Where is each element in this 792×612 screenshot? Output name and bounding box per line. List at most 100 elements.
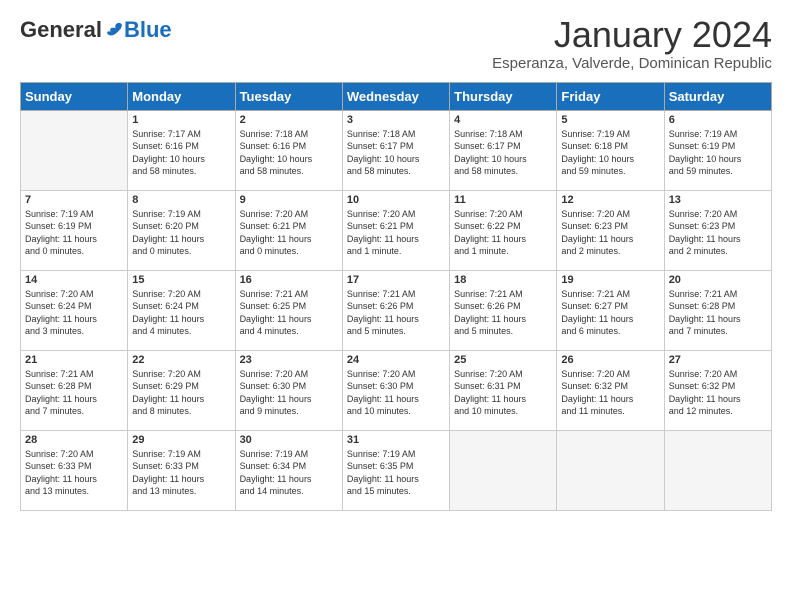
calendar-cell: 1Sunrise: 7:17 AM Sunset: 6:16 PM Daylig… bbox=[128, 110, 235, 190]
calendar-cell: 17Sunrise: 7:21 AM Sunset: 6:26 PM Dayli… bbox=[342, 270, 449, 350]
week-row-2: 14 Sunrise: 7:20 AM Sunset: 6:24 PM Dayli… bbox=[21, 270, 772, 350]
calendar-cell: 7Sunrise: 7:19 AM Sunset: 6:19 PM Daylig… bbox=[21, 190, 128, 270]
calendar-cell: 10 Sunrise: 7:20 AM Sunset: 6:21 PM Dayli… bbox=[342, 190, 449, 270]
calendar-cell: 19 Sunrise: 7:21 AM Sunset: 6:27 PM Dayli… bbox=[557, 270, 664, 350]
calendar-cell: 12 Sunrise: 7:20 AM Sunset: 6:23 PM Dayli… bbox=[557, 190, 664, 270]
day-number: 7 bbox=[25, 194, 123, 206]
day-info: Sunrise: 7:21 AM Sunset: 6:28 PM Dayligh… bbox=[669, 288, 767, 338]
day-number: 11 bbox=[454, 194, 552, 206]
calendar-cell: 11 Sunrise: 7:20 AM Sunset: 6:22 PM Dayli… bbox=[450, 190, 557, 270]
day-info: Sunrise: 7:20 AM Sunset: 6:32 PM Dayligh… bbox=[669, 368, 767, 418]
day-number: 10 bbox=[347, 194, 445, 206]
day-number: 18 bbox=[454, 274, 552, 286]
day-info: Sunrise: 7:18 AM Sunset: 6:17 PM Dayligh… bbox=[454, 128, 552, 178]
day-info: Sunrise: 7:20 AM Sunset: 6:24 PM Dayligh… bbox=[132, 288, 230, 338]
calendar-cell: 18Sunrise: 7:21 AM Sunset: 6:26 PM Dayli… bbox=[450, 270, 557, 350]
logo-blue: Blue bbox=[124, 19, 172, 41]
header-tuesday: Tuesday bbox=[235, 82, 342, 110]
day-info: Sunrise: 7:20 AM Sunset: 6:30 PM Dayligh… bbox=[347, 368, 445, 418]
month-title: January 2024 bbox=[492, 15, 772, 55]
day-number: 3 bbox=[347, 114, 445, 126]
week-row-1: 7Sunrise: 7:19 AM Sunset: 6:19 PM Daylig… bbox=[21, 190, 772, 270]
day-info: Sunrise: 7:19 AM Sunset: 6:19 PM Dayligh… bbox=[669, 128, 767, 178]
day-number: 16 bbox=[240, 274, 338, 286]
logo-bird-icon bbox=[104, 21, 124, 39]
day-info: Sunrise: 7:20 AM Sunset: 6:24 PM Dayligh… bbox=[25, 288, 123, 338]
calendar-cell: 28 Sunrise: 7:20 AM Sunset: 6:33 PM Dayli… bbox=[21, 430, 128, 510]
calendar-cell: 30 Sunrise: 7:19 AM Sunset: 6:34 PM Dayli… bbox=[235, 430, 342, 510]
calendar-cell: 6 Sunrise: 7:19 AM Sunset: 6:19 PM Daylig… bbox=[664, 110, 771, 190]
day-number: 15 bbox=[132, 274, 230, 286]
day-info: Sunrise: 7:21 AM Sunset: 6:27 PM Dayligh… bbox=[561, 288, 659, 338]
day-number: 26 bbox=[561, 354, 659, 366]
calendar-cell bbox=[450, 430, 557, 510]
day-number: 13 bbox=[669, 194, 767, 206]
day-number: 4 bbox=[454, 114, 552, 126]
day-info: Sunrise: 7:20 AM Sunset: 6:23 PM Dayligh… bbox=[561, 208, 659, 258]
calendar-table: SundayMondayTuesdayWednesdayThursdayFrid… bbox=[20, 82, 772, 511]
calendar-cell: 31 Sunrise: 7:19 AM Sunset: 6:35 PM Dayli… bbox=[342, 430, 449, 510]
day-info: Sunrise: 7:20 AM Sunset: 6:22 PM Dayligh… bbox=[454, 208, 552, 258]
header-friday: Friday bbox=[557, 82, 664, 110]
calendar-cell: 4 Sunrise: 7:18 AM Sunset: 6:17 PM Daylig… bbox=[450, 110, 557, 190]
day-info: Sunrise: 7:20 AM Sunset: 6:29 PM Dayligh… bbox=[132, 368, 230, 418]
day-info: Sunrise: 7:18 AM Sunset: 6:17 PM Dayligh… bbox=[347, 128, 445, 178]
header-saturday: Saturday bbox=[664, 82, 771, 110]
day-number: 8 bbox=[132, 194, 230, 206]
calendar-cell: 5 Sunrise: 7:19 AM Sunset: 6:18 PM Daylig… bbox=[557, 110, 664, 190]
calendar-cell: 13 Sunrise: 7:20 AM Sunset: 6:23 PM Dayli… bbox=[664, 190, 771, 270]
calendar-cell: 15 Sunrise: 7:20 AM Sunset: 6:24 PM Dayli… bbox=[128, 270, 235, 350]
day-number: 6 bbox=[669, 114, 767, 126]
day-info: Sunrise: 7:20 AM Sunset: 6:33 PM Dayligh… bbox=[25, 448, 123, 498]
day-number: 5 bbox=[561, 114, 659, 126]
day-number: 23 bbox=[240, 354, 338, 366]
day-info: Sunrise: 7:21 AM Sunset: 6:26 PM Dayligh… bbox=[347, 288, 445, 338]
calendar-cell bbox=[21, 110, 128, 190]
day-number: 14 bbox=[25, 274, 123, 286]
day-info: Sunrise: 7:20 AM Sunset: 6:21 PM Dayligh… bbox=[347, 208, 445, 258]
day-info: Sunrise: 7:19 AM Sunset: 6:18 PM Dayligh… bbox=[561, 128, 659, 178]
day-number: 20 bbox=[669, 274, 767, 286]
day-info: Sunrise: 7:19 AM Sunset: 6:34 PM Dayligh… bbox=[240, 448, 338, 498]
calendar-cell bbox=[664, 430, 771, 510]
day-info: Sunrise: 7:20 AM Sunset: 6:23 PM Dayligh… bbox=[669, 208, 767, 258]
day-info: Sunrise: 7:19 AM Sunset: 6:35 PM Dayligh… bbox=[347, 448, 445, 498]
calendar-cell: 20 Sunrise: 7:21 AM Sunset: 6:28 PM Dayli… bbox=[664, 270, 771, 350]
day-number: 30 bbox=[240, 434, 338, 446]
day-number: 9 bbox=[240, 194, 338, 206]
calendar-cell bbox=[557, 430, 664, 510]
logo: General Blue bbox=[20, 19, 172, 41]
week-row-4: 28 Sunrise: 7:20 AM Sunset: 6:33 PM Dayli… bbox=[21, 430, 772, 510]
header-thursday: Thursday bbox=[450, 82, 557, 110]
calendar-cell: 23Sunrise: 7:20 AM Sunset: 6:30 PM Dayli… bbox=[235, 350, 342, 430]
calendar-cell: 21Sunrise: 7:21 AM Sunset: 6:28 PM Dayli… bbox=[21, 350, 128, 430]
logo-text: General Blue bbox=[20, 19, 172, 41]
header-sunday: Sunday bbox=[21, 82, 128, 110]
page: General Blue January 2024 Esperanza, Val… bbox=[0, 0, 792, 612]
day-number: 27 bbox=[669, 354, 767, 366]
calendar-cell: 9 Sunrise: 7:20 AM Sunset: 6:21 PM Daylig… bbox=[235, 190, 342, 270]
day-number: 19 bbox=[561, 274, 659, 286]
day-number: 31 bbox=[347, 434, 445, 446]
header-row: SundayMondayTuesdayWednesdayThursdayFrid… bbox=[21, 82, 772, 110]
calendar-cell: 29Sunrise: 7:19 AM Sunset: 6:33 PM Dayli… bbox=[128, 430, 235, 510]
day-info: Sunrise: 7:20 AM Sunset: 6:21 PM Dayligh… bbox=[240, 208, 338, 258]
calendar-cell: 14 Sunrise: 7:20 AM Sunset: 6:24 PM Dayli… bbox=[21, 270, 128, 350]
calendar-cell: 24 Sunrise: 7:20 AM Sunset: 6:30 PM Dayli… bbox=[342, 350, 449, 430]
day-info: Sunrise: 7:20 AM Sunset: 6:32 PM Dayligh… bbox=[561, 368, 659, 418]
calendar-cell: 8 Sunrise: 7:19 AM Sunset: 6:20 PM Daylig… bbox=[128, 190, 235, 270]
week-row-3: 21Sunrise: 7:21 AM Sunset: 6:28 PM Dayli… bbox=[21, 350, 772, 430]
day-number: 29 bbox=[132, 434, 230, 446]
day-number: 12 bbox=[561, 194, 659, 206]
calendar-cell: 27 Sunrise: 7:20 AM Sunset: 6:32 PM Dayli… bbox=[664, 350, 771, 430]
calendar-cell: 3 Sunrise: 7:18 AM Sunset: 6:17 PM Daylig… bbox=[342, 110, 449, 190]
day-number: 2 bbox=[240, 114, 338, 126]
calendar-cell: 2Sunrise: 7:18 AM Sunset: 6:16 PM Daylig… bbox=[235, 110, 342, 190]
day-number: 28 bbox=[25, 434, 123, 446]
week-row-0: 1Sunrise: 7:17 AM Sunset: 6:16 PM Daylig… bbox=[21, 110, 772, 190]
day-number: 24 bbox=[347, 354, 445, 366]
day-number: 21 bbox=[25, 354, 123, 366]
day-info: Sunrise: 7:19 AM Sunset: 6:20 PM Dayligh… bbox=[132, 208, 230, 258]
calendar-cell: 16Sunrise: 7:21 AM Sunset: 6:25 PM Dayli… bbox=[235, 270, 342, 350]
day-info: Sunrise: 7:17 AM Sunset: 6:16 PM Dayligh… bbox=[132, 128, 230, 178]
